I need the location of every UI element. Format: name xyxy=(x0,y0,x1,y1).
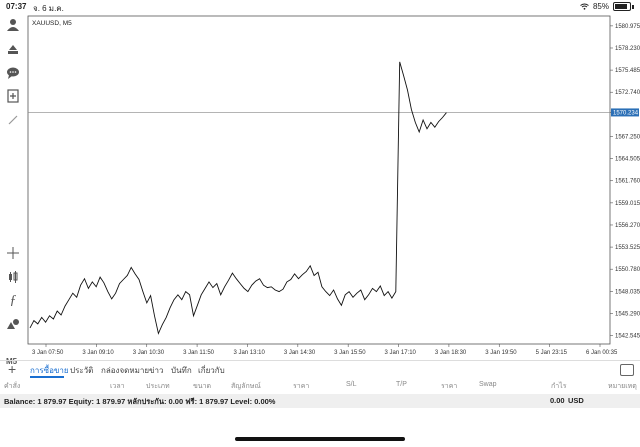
panel-toggle-icon[interactable] xyxy=(620,364,634,376)
candle-icon[interactable] xyxy=(4,268,22,286)
x-tick-label: 3 Jan 18:30 xyxy=(435,350,467,356)
y-tick-label: 1578.230 xyxy=(615,46,640,52)
col-sl: S/L xyxy=(346,381,357,388)
add-icon[interactable]: + xyxy=(8,361,16,377)
y-tick-label: 1559.015 xyxy=(615,201,640,207)
y-tick-label: 1567.250 xyxy=(615,134,640,140)
y-tick-label: 1550.780 xyxy=(615,267,640,273)
crosshair-icon[interactable] xyxy=(4,244,22,262)
y-tick-label: 1556.270 xyxy=(615,223,640,229)
col-swap: Swap xyxy=(479,381,497,388)
function-icon[interactable]: ƒ xyxy=(4,292,22,310)
status-time: 07:37 xyxy=(6,2,27,11)
x-tick-label: 3 Jan 17:10 xyxy=(385,350,417,356)
y-tick-label: 1575.485 xyxy=(615,68,640,74)
wifi-icon xyxy=(580,3,589,10)
price-chart[interactable]: XAUUSD, M5 1580.975 1578.230 1575.485 1572.… xyxy=(26,14,640,356)
balance-summary: Balance: 1 879.97 Equity: 1 879.97 หลักป… xyxy=(4,397,276,406)
chart-svg[interactable]: XAUUSD, M5 1580.975 1578.230 1575.485 1572.… xyxy=(26,14,640,356)
y-tick-label: 1553.525 xyxy=(615,245,640,251)
battery-percent: 85% xyxy=(592,2,609,11)
col-comment: หมายเหตุ xyxy=(608,383,637,390)
col-symbol: สัญลักษณ์ xyxy=(231,383,261,390)
col-order: คำสั่ง xyxy=(4,383,21,390)
col-time: เวลา xyxy=(110,383,125,390)
account-currency: USD xyxy=(568,396,584,405)
x-axis: 3 Jan 07:50 3 Jan 09:10 3 Jan 10:30 3 Jan 1… xyxy=(32,344,618,356)
x-tick-label: 3 Jan 11:50 xyxy=(183,350,215,356)
active-tab-indicator xyxy=(30,376,64,378)
trade-column-headers: คำสั่ง เวลา ประเภท ขนาด สัญลักษณ์ ราคา S… xyxy=(0,380,640,392)
objects-icon[interactable] xyxy=(4,315,22,333)
y-tick-label: 1545.290 xyxy=(615,311,640,317)
x-tick-label: 6 Jan 00:35 xyxy=(586,350,618,356)
x-tick-label: 3 Jan 10:30 xyxy=(133,350,165,356)
x-tick-label: 5 Jan 23:15 xyxy=(536,350,568,356)
x-tick-label: 3 Jan 19:50 xyxy=(485,350,517,356)
y-tick-label: 1548.035 xyxy=(615,289,640,295)
left-toolbar: ƒ M5 xyxy=(0,14,26,366)
bottom-tabs: + การซื้อขาย ประวัติ กล่องจดหมาย ข่าว บั… xyxy=(0,360,640,379)
home-indicator xyxy=(235,437,405,441)
battery-icon xyxy=(613,2,631,11)
x-tick-label: 3 Jan 13:10 xyxy=(233,350,265,356)
tab-news[interactable]: ข่าว xyxy=(149,364,163,377)
col-price-current: ราคา xyxy=(441,383,458,390)
col-type: ประเภท xyxy=(146,383,170,390)
person-icon[interactable] xyxy=(4,16,22,34)
x-tick-label: 3 Jan 07:50 xyxy=(32,350,64,356)
col-profit: กำไร xyxy=(551,383,567,390)
y-axis: 1580.975 1578.230 1575.485 1572.740 1567.250… xyxy=(610,24,640,340)
current-price-tag-label: 1570.234 xyxy=(613,110,639,116)
status-bar: 07:37 จ. 6 ม.ค. 85% xyxy=(0,0,640,14)
tab-journal[interactable]: บันทึก xyxy=(171,364,192,377)
col-volume: ขนาด xyxy=(193,383,212,390)
x-tick-label: 3 Jan 14:30 xyxy=(284,350,316,356)
col-price: ราคา xyxy=(293,383,310,390)
y-tick-label: 1542.545 xyxy=(615,334,640,340)
trade-icon[interactable] xyxy=(4,40,22,58)
tab-about[interactable]: เกี่ยวกับ xyxy=(198,364,225,377)
status-right: 85% xyxy=(580,2,634,11)
col-tp: T/P xyxy=(396,381,407,388)
y-tick-label: 1580.975 xyxy=(615,24,640,30)
new-order-icon[interactable] xyxy=(4,87,22,105)
chart-frame xyxy=(27,15,611,345)
tab-mailbox[interactable]: กล่องจดหมาย xyxy=(101,364,149,377)
y-tick-label: 1561.760 xyxy=(615,179,640,185)
x-tick-label: 3 Jan 09:10 xyxy=(82,350,114,356)
tab-history[interactable]: ประวัติ xyxy=(70,364,93,377)
y-tick-label: 1572.740 xyxy=(615,90,640,96)
symbol-label: XAUUSD, M5 xyxy=(32,20,72,27)
total-profit: 0.00 xyxy=(550,396,565,405)
y-tick-label: 1564.505 xyxy=(615,157,640,163)
balance-row: Balance: 1 879.97 Equity: 1 879.97 หลักป… xyxy=(0,394,640,408)
x-tick-label: 3 Jan 15:50 xyxy=(334,350,366,356)
drawing-icon[interactable] xyxy=(4,111,22,129)
chat-icon[interactable] xyxy=(4,64,22,82)
